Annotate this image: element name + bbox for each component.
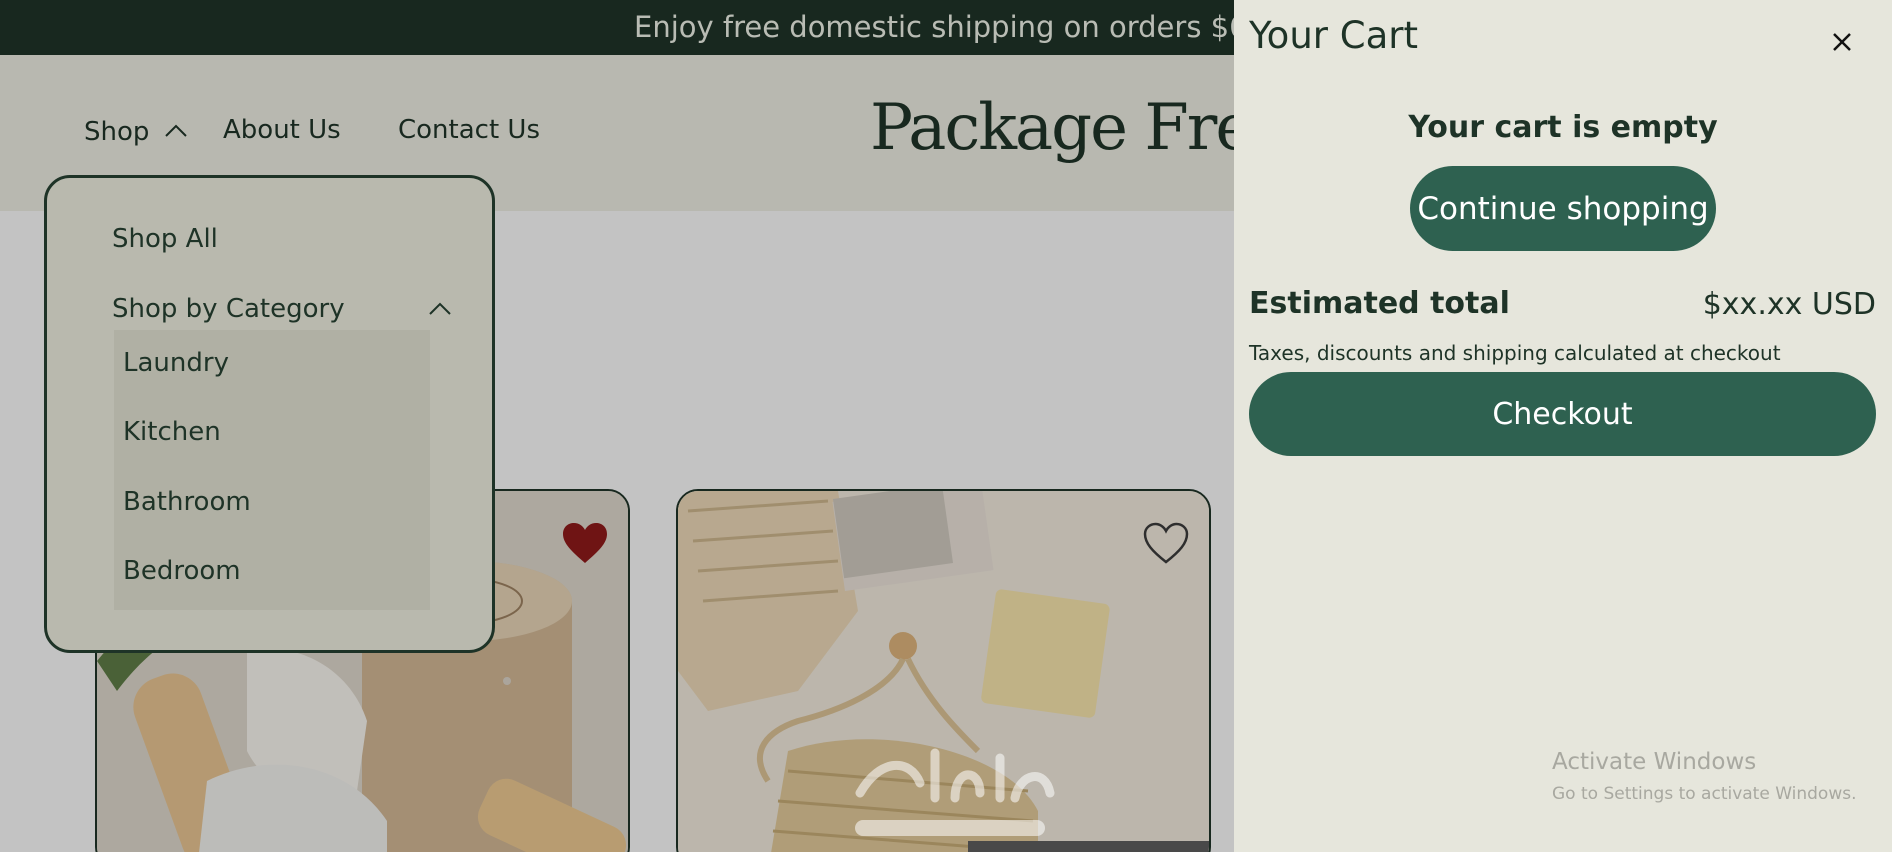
estimated-total-value: $xx.xx USD — [1702, 287, 1876, 322]
windows-activation-subtitle: Go to Settings to activate Windows. — [1552, 784, 1857, 804]
menu-item-laundry[interactable]: Laundry — [123, 348, 229, 378]
category-submenu: Laundry Kitchen Bathroom Bedroom — [114, 330, 430, 610]
cart-title: Your Cart — [1249, 14, 1418, 57]
estimated-total-label: Estimated total — [1249, 286, 1510, 321]
menu-item-shop-by-category[interactable]: Shop by Category — [112, 294, 345, 324]
chevron-up-icon[interactable] — [427, 296, 453, 322]
cart-drawer: Your Cart Your cart is empty Continue sh… — [1234, 0, 1892, 855]
close-icon[interactable] — [1828, 28, 1856, 56]
checkout-button[interactable]: Checkout — [1249, 372, 1876, 456]
windows-activation-title: Activate Windows — [1552, 749, 1757, 775]
menu-item-kitchen[interactable]: Kitchen — [123, 417, 221, 447]
menu-item-shop-all[interactable]: Shop All — [112, 224, 218, 254]
cart-empty-message: Your cart is empty — [1408, 110, 1718, 145]
continue-shopping-button[interactable]: Continue shopping — [1410, 166, 1716, 251]
watermark-logo — [855, 748, 1055, 836]
menu-item-bedroom[interactable]: Bedroom — [123, 556, 241, 586]
menu-item-bathroom[interactable]: Bathroom — [123, 487, 251, 517]
tax-note: Taxes, discounts and shipping calculated… — [1249, 341, 1781, 365]
shop-dropdown-menu: Shop All Shop by Category Laundry Kitche… — [44, 175, 495, 653]
